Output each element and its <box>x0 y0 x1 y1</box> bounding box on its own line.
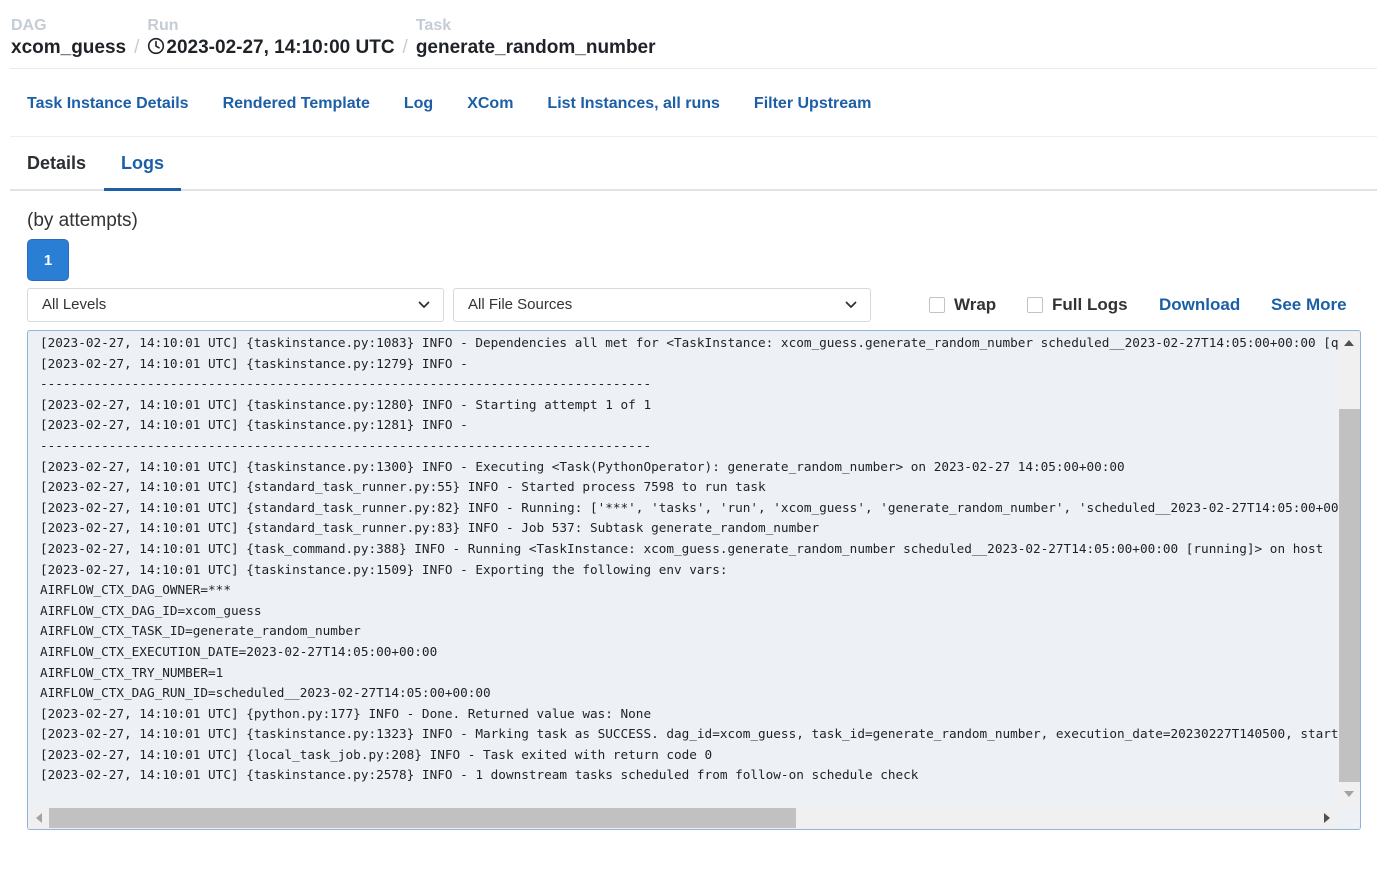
full-logs-label: Full Logs <box>1052 295 1128 314</box>
scroll-up-icon[interactable] <box>1344 340 1354 346</box>
log-line: [2023-02-27, 14:10:01 UTC] {taskinstance… <box>40 355 476 371</box>
log-line: [2023-02-27, 14:10:01 UTC] {taskinstance… <box>40 396 652 412</box>
log-line: [2023-02-27, 14:10:01 UTC] {taskinstance… <box>40 561 728 577</box>
task-instance-nav: Task Instance Details Rendered Template … <box>27 94 905 114</box>
clock-icon <box>147 37 165 55</box>
nav-divider <box>10 136 1377 137</box>
header-divider <box>10 68 1377 69</box>
breadcrumb-dag[interactable]: DAG xcom_guess <box>11 17 126 60</box>
breadcrumb-run[interactable]: Run 2023-02-27, 14:10:00 UTC <box>147 17 394 60</box>
download-link[interactable]: Download <box>1159 294 1240 316</box>
tab-details[interactable]: Details <box>10 140 103 191</box>
breadcrumb-dag-label: DAG <box>11 17 47 34</box>
log-line: [2023-02-27, 14:10:01 UTC] {taskinstance… <box>40 767 919 783</box>
breadcrumb-run-value-wrap: 2023-02-27, 14:10:00 UTC <box>147 36 395 60</box>
breadcrumb-task: Task generate_random_number <box>416 17 656 60</box>
log-line: AIRFLOW_CTX_TASK_ID=generate_random_numb… <box>40 623 361 639</box>
breadcrumb-task-label: Task <box>415 17 452 34</box>
full-logs-checkbox[interactable] <box>1027 297 1043 313</box>
tab-bar: Details Logs <box>10 140 1377 191</box>
breadcrumb-task-value: generate_random_number <box>415 37 656 58</box>
see-more-link[interactable]: See More <box>1271 294 1347 316</box>
attempts-label: (by attempts) <box>27 210 138 231</box>
wrap-label: Wrap <box>954 295 997 314</box>
vertical-scrollbar[interactable] <box>1339 331 1360 808</box>
nav-rendered-template[interactable]: Rendered Template <box>223 94 370 114</box>
tab-logs[interactable]: Logs <box>104 140 181 191</box>
log-line: [2023-02-27, 14:10:01 UTC] {python.py:17… <box>40 705 652 721</box>
file-source-select[interactable]: All File Sources <box>453 288 871 322</box>
log-line: [2023-02-27, 14:10:01 UTC] {task_command… <box>40 540 1324 556</box>
chevron-down-icon <box>418 301 430 308</box>
log-line: [2023-02-27, 14:10:01 UTC] {standard_tas… <box>40 479 766 495</box>
log-line: ----------------------------------------… <box>40 437 652 453</box>
nav-xcom[interactable]: XCom <box>467 94 513 114</box>
attempt-button-1[interactable]: 1 <box>27 239 69 281</box>
log-line: ----------------------------------------… <box>40 376 652 392</box>
horizontal-scroll-thumb[interactable] <box>49 808 796 828</box>
breadcrumb-dag-value[interactable]: xcom_guess <box>11 36 126 60</box>
breadcrumb-run-label: Run <box>147 17 179 34</box>
nav-task-instance-details[interactable]: Task Instance Details <box>27 94 189 114</box>
breadcrumb-separator: / <box>402 37 408 58</box>
chevron-down-icon <box>845 301 857 308</box>
log-line: AIRFLOW_CTX_EXECUTION_DATE=2023-02-27T14… <box>40 643 438 659</box>
log-line: [2023-02-27, 14:10:01 UTC] {taskinstance… <box>40 335 1338 350</box>
log-line: [2023-02-27, 14:10:01 UTC] {taskinstance… <box>40 417 476 433</box>
wrap-toggle[interactable]: Wrap <box>929 294 996 316</box>
scrollbar-corner <box>1339 807 1360 829</box>
log-content: [2023-02-27, 14:10:01 UTC] {taskinstance… <box>40 333 1338 808</box>
nav-filter-upstream[interactable]: Filter Upstream <box>754 94 871 114</box>
scroll-left-icon[interactable] <box>36 813 42 823</box>
horizontal-scrollbar[interactable] <box>28 807 1340 829</box>
log-line: [2023-02-27, 14:10:01 UTC] {local_task_j… <box>40 746 713 762</box>
full-logs-toggle[interactable]: Full Logs <box>1027 294 1128 316</box>
log-line: AIRFLOW_CTX_DAG_RUN_ID=scheduled__2023-0… <box>40 685 491 701</box>
scroll-right-icon[interactable] <box>1324 813 1330 823</box>
nav-log[interactable]: Log <box>404 94 433 114</box>
breadcrumb-run-value[interactable]: 2023-02-27, 14:10:00 UTC <box>166 36 394 60</box>
log-line: [2023-02-27, 14:10:01 UTC] {taskinstance… <box>40 458 1125 474</box>
log-line: AIRFLOW_CTX_DAG_OWNER=*** <box>40 582 231 598</box>
log-level-select[interactable]: All Levels <box>27 288 444 322</box>
log-line: [2023-02-27, 14:10:01 UTC] {standard_tas… <box>40 520 820 536</box>
breadcrumb: DAG xcom_guess / Run 2023-02-27, 14:10:0… <box>11 17 656 65</box>
scroll-down-icon[interactable] <box>1344 791 1354 797</box>
wrap-checkbox[interactable] <box>929 297 945 313</box>
log-viewer[interactable]: [2023-02-27, 14:10:01 UTC] {taskinstance… <box>27 330 1361 830</box>
log-level-select-value: All Levels <box>42 296 107 313</box>
file-source-select-value: All File Sources <box>468 296 573 313</box>
nav-list-instances[interactable]: List Instances, all runs <box>547 94 720 114</box>
log-line: [2023-02-27, 14:10:01 UTC] {standard_tas… <box>40 499 1338 515</box>
vertical-scroll-thumb[interactable] <box>1339 409 1360 782</box>
breadcrumb-separator: / <box>134 37 140 58</box>
log-line: [2023-02-27, 14:10:01 UTC] {taskinstance… <box>40 726 1338 742</box>
log-line: AIRFLOW_CTX_TRY_NUMBER=1 <box>40 664 224 680</box>
log-line: AIRFLOW_CTX_DAG_ID=xcom_guess <box>40 602 262 618</box>
